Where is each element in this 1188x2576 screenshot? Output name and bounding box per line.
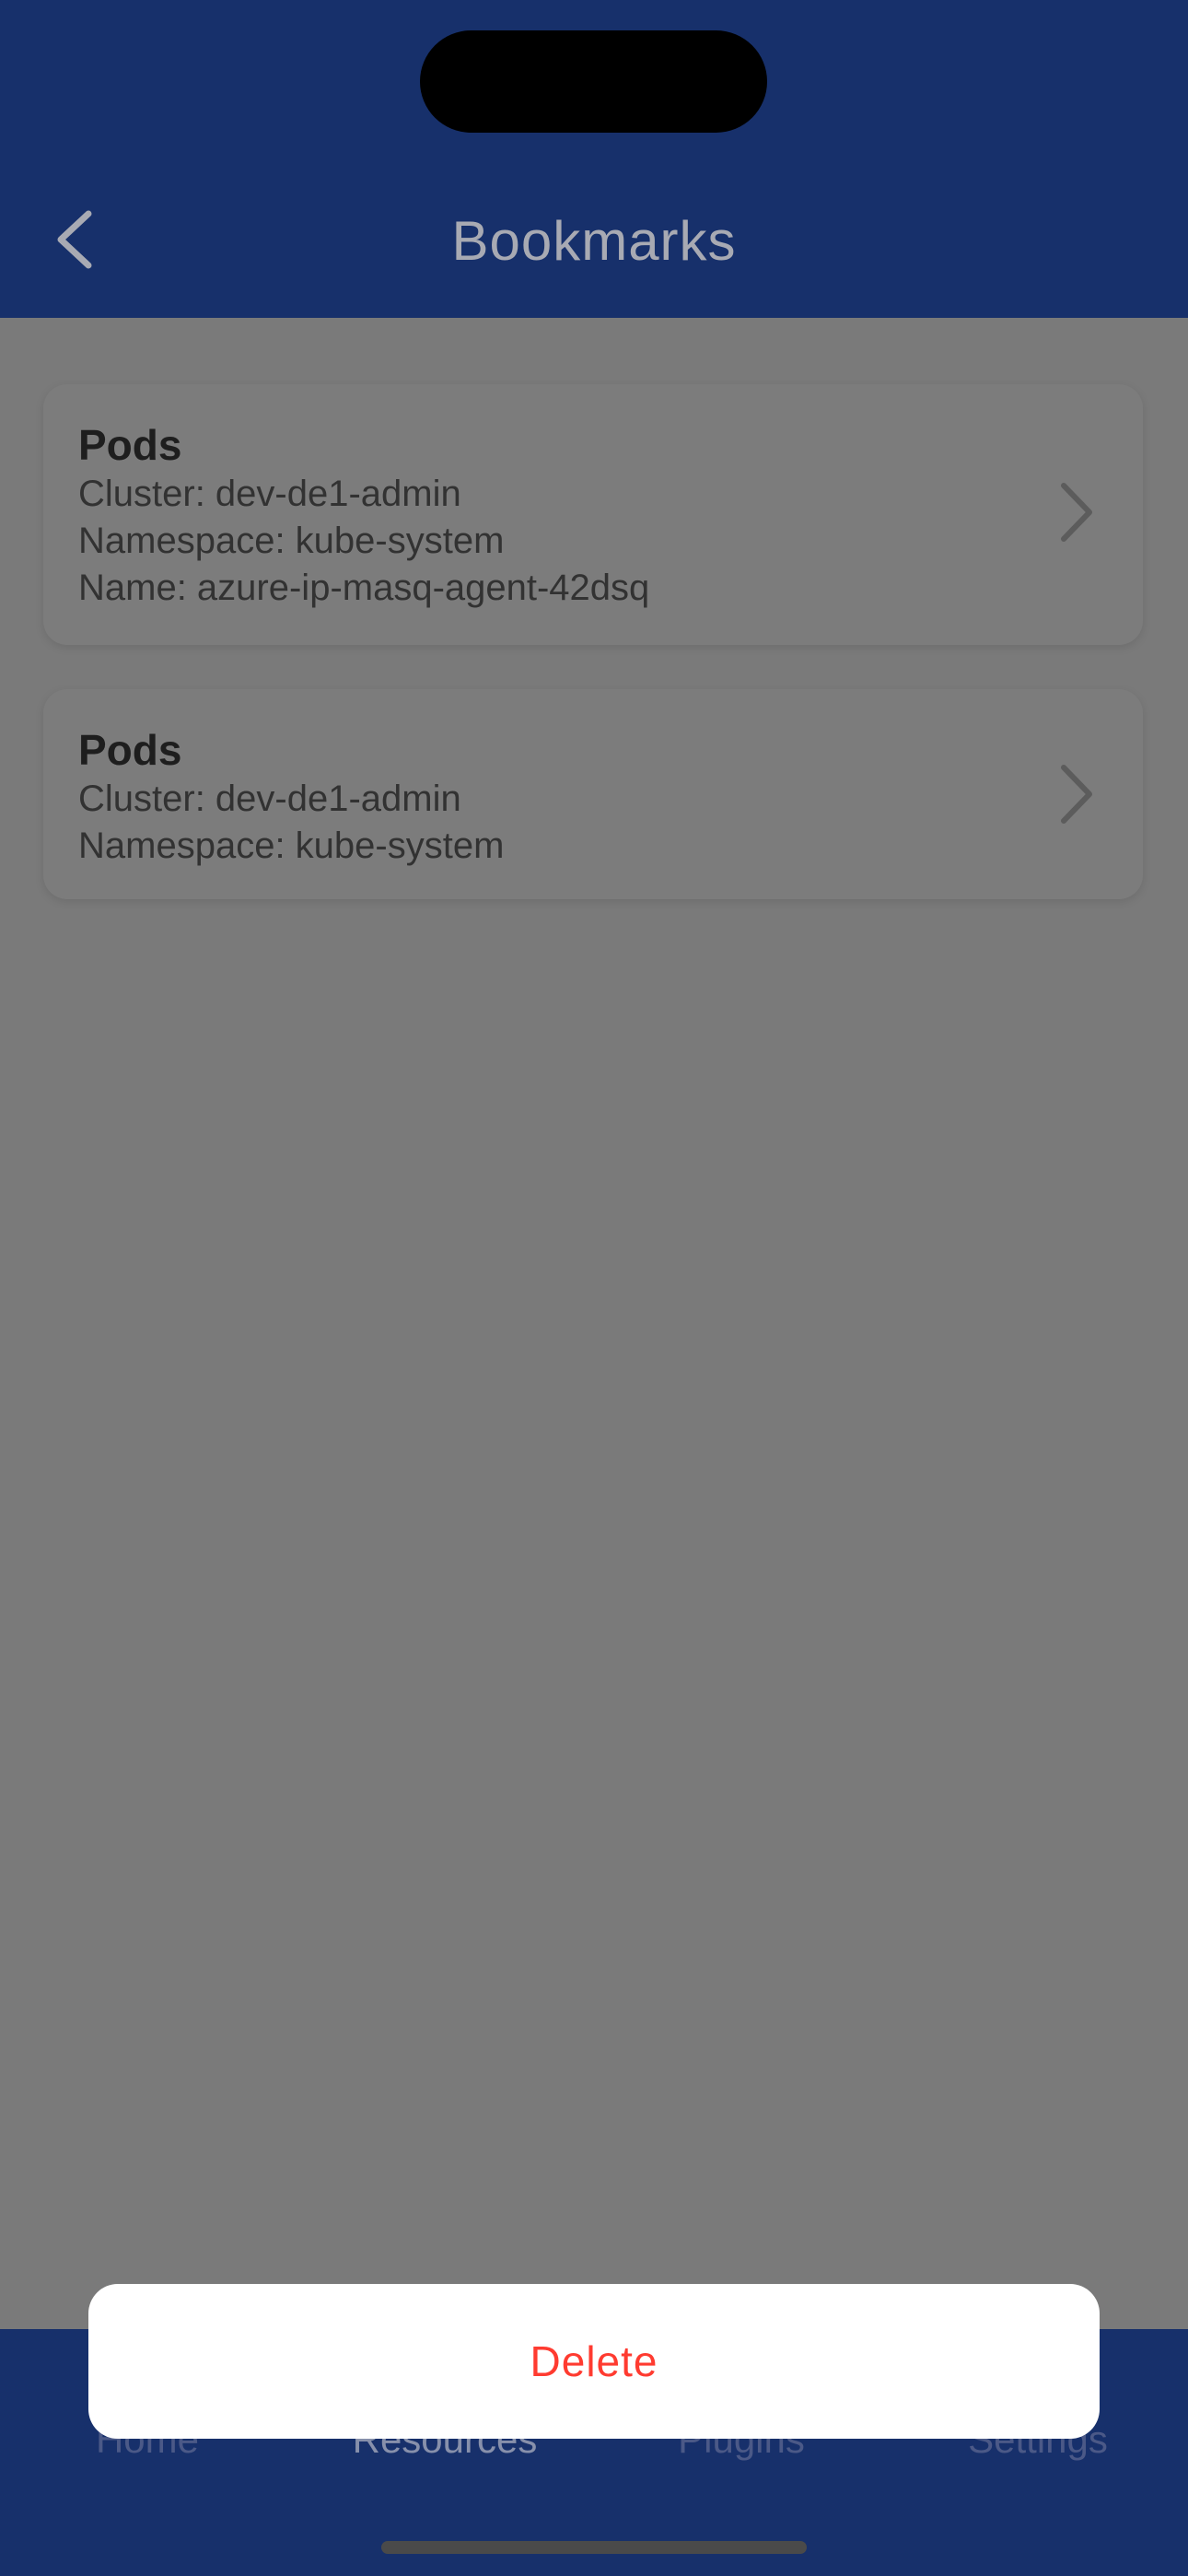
home-indicator bbox=[381, 2541, 807, 2554]
chevron-right-icon bbox=[1061, 765, 1092, 824]
bookmark-title: Pods bbox=[78, 726, 182, 774]
page-title: Bookmarks bbox=[451, 210, 737, 272]
chevron-right-icon bbox=[1061, 483, 1092, 542]
delete-button[interactable]: Delete bbox=[88, 2284, 1100, 2439]
bookmark-list: Pods Cluster: dev-de1-admin Namespace: k… bbox=[0, 318, 1188, 2329]
bookmark-name: Name: azure-ip-masq-agent-42dsq bbox=[78, 568, 650, 608]
bookmark-title: Pods bbox=[78, 421, 182, 469]
bookmark-cluster: Cluster: dev-de1-admin bbox=[78, 474, 461, 514]
delete-label: Delete bbox=[530, 2337, 658, 2385]
bookmark-item[interactable]: Pods Cluster: dev-de1-admin Namespace: k… bbox=[43, 384, 1143, 645]
bookmark-cluster: Cluster: dev-de1-admin bbox=[78, 779, 461, 819]
dynamic-island bbox=[420, 30, 767, 133]
bookmark-item[interactable]: Pods Cluster: dev-de1-admin Namespace: k… bbox=[43, 689, 1143, 899]
bookmark-namespace: Namespace: kube-system bbox=[78, 825, 505, 866]
bookmark-namespace: Namespace: kube-system bbox=[78, 521, 505, 561]
